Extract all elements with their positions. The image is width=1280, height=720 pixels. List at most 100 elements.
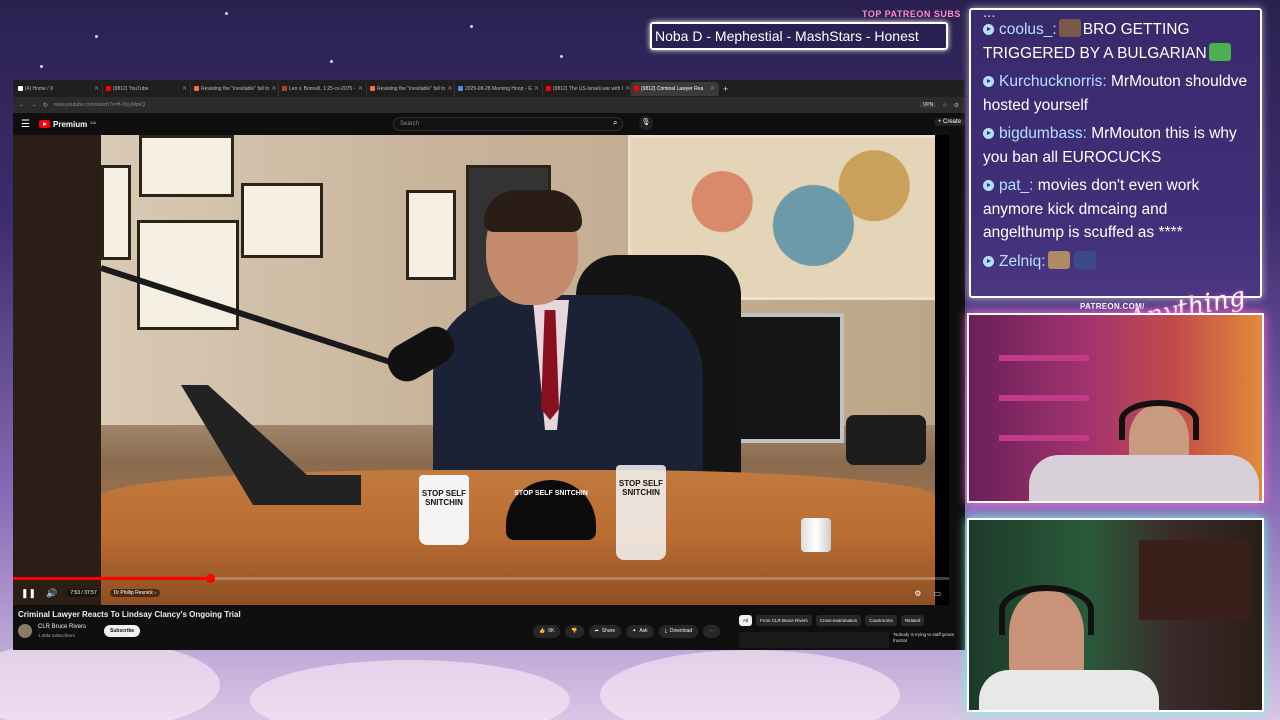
diploma-frame [137, 220, 239, 330]
channel-avatar[interactable] [18, 624, 32, 638]
bar-shelf [1139, 540, 1249, 620]
star [470, 25, 473, 28]
tab-favicon-icon [18, 86, 23, 91]
star [225, 12, 228, 15]
more-actions-button[interactable]: ⋯ [703, 625, 721, 638]
browser-tab[interactable]: (9812) The US-Israeli war with I ✕ [543, 81, 631, 96]
new-tab-button[interactable]: + [719, 84, 728, 94]
kick-badge-icon [983, 128, 994, 139]
star [330, 60, 333, 63]
diploma-frame [241, 183, 323, 258]
tab-favicon-icon [106, 86, 111, 91]
youtube-play-icon [39, 120, 50, 128]
browser-tab[interactable]: (9812) YouTube ✕ [103, 81, 191, 96]
volume-icon[interactable]: 🔊 [46, 588, 57, 599]
browser-tab-active[interactable]: (9812) Criminal Lawyer Rea ✕ [631, 81, 719, 96]
close-icon[interactable]: ✕ [625, 85, 630, 92]
browser-tab[interactable]: Resisting the "inevitable" fall to ✕ [191, 81, 279, 96]
chat-username: Zelniq: [999, 252, 1046, 270]
back-icon[interactable]: ← [19, 102, 25, 108]
streamer-body [1029, 455, 1259, 501]
microphone-icon[interactable]: 🎙 [639, 116, 653, 130]
hamburger-menu-icon[interactable]: ☰ [21, 119, 35, 130]
browser-tab[interactable]: (4) Home / X ✕ [15, 81, 103, 96]
tab-favicon-icon [194, 86, 199, 91]
cloud [0, 640, 220, 720]
dislike-button[interactable]: 👎 [565, 625, 584, 638]
tab-label: Leo v. Bonnell, 1:25-cv-2075 - [289, 85, 356, 92]
close-icon[interactable]: ✕ [710, 85, 715, 92]
browser-tab[interactable]: Resisting the "inevitable" fall to ✕ [367, 81, 455, 96]
browser-tab[interactable]: Leo v. Bonnell, 1:25-cv-2075 - ✕ [279, 81, 367, 96]
search-input[interactable]: Search [393, 117, 623, 131]
url-field[interactable]: www.youtube.com/watch?v=ff-OjvyMpeQ [54, 102, 145, 108]
download-label: Download [669, 628, 693, 634]
bookmark-icon[interactable]: ☆ [942, 102, 947, 109]
mug-right: STOP SELF SNITCHIN [616, 465, 666, 560]
pause-icon[interactable]: ❚❚ [21, 588, 36, 599]
forward-icon[interactable]: → [31, 102, 37, 108]
chat-username: Kurchucknorris: [999, 73, 1107, 90]
vpn-badge[interactable]: VPN [919, 102, 937, 108]
emote-icon [1073, 250, 1096, 269]
browser-tab[interactable]: 2025-08-28 Morning Hoop - G ✕ [455, 81, 543, 96]
chat-username: coolus_: [999, 21, 1057, 38]
close-icon[interactable]: ✕ [94, 85, 99, 92]
related-video-title[interactable]: 'Nobody is trying to staff grows frustra… [893, 632, 965, 644]
mug-left: STOP SELF SNITCHIN [419, 475, 469, 545]
close-icon[interactable]: ✕ [271, 85, 276, 92]
cohost-body [979, 670, 1159, 710]
progress-scrubber[interactable] [205, 574, 215, 583]
download-button[interactable]: ⤓ Download [658, 625, 699, 638]
chip-all[interactable]: All [739, 615, 753, 626]
close-icon[interactable]: ✕ [182, 85, 187, 92]
progress-bar[interactable] [13, 574, 949, 583]
settings-icon[interactable]: ⚙ [914, 589, 921, 598]
chip-from-channel[interactable]: From CLR Bruce Rivers [756, 615, 812, 626]
reload-icon[interactable]: ↻ [43, 102, 48, 109]
search-icon[interactable]: ⌕ [613, 118, 617, 128]
create-button[interactable]: + Create [933, 118, 965, 126]
youtube-logo[interactable]: Premium CA [39, 120, 96, 129]
tab-favicon-icon [458, 86, 463, 91]
related-video-thumbnail[interactable] [739, 632, 889, 648]
video-player[interactable]: STOP SELF SNITCHIN STOP SELF SNITCHIN ST… [13, 135, 949, 605]
emote-icon [1058, 19, 1081, 37]
chapter-button[interactable]: Dr Phillip Resnick › [109, 589, 160, 597]
tab-label: 2025-08-28 Morning Hoop - G [465, 85, 532, 92]
theater-icon[interactable]: ▭ [933, 589, 941, 598]
star [40, 65, 43, 68]
picture-frame [406, 190, 456, 280]
desk-phone [846, 415, 926, 465]
kick-badge-icon [983, 76, 994, 87]
top-patreon-label: TOP PATREON SUBS [862, 9, 961, 19]
like-count: 6K [548, 628, 555, 634]
tab-label: Resisting the "inevitable" fall to [201, 85, 270, 92]
extensions-icon[interactable]: ⚙ [954, 102, 959, 109]
presenter-hair [484, 190, 582, 232]
subscribe-button[interactable]: Subscribe [104, 625, 141, 637]
ask-button[interactable]: ✦ Ask [626, 625, 654, 638]
tab-label: (9812) YouTube [113, 85, 149, 92]
logo-text: Premium [53, 119, 88, 129]
shelf [999, 435, 1089, 441]
tab-label: (9812) The US-Israeli war with I [553, 85, 624, 92]
like-button[interactable]: 👍 6K [533, 625, 561, 638]
chat-username: bigdumbass: [999, 125, 1087, 142]
ask-label: Ask [639, 628, 648, 634]
close-icon[interactable]: ✕ [358, 85, 363, 92]
chat-message: Zelniq: [983, 250, 1248, 274]
progress-played [13, 577, 210, 580]
close-icon[interactable]: ✕ [534, 85, 539, 92]
video-actions: 👍 6K 👎 ➦ Share ✦ Ask ⤓ Download ⋯ [533, 625, 721, 638]
share-button[interactable]: ➦ Share [588, 625, 622, 638]
channel-name[interactable]: CLR Bruce Rivers [38, 624, 86, 630]
kick-badge-icon [983, 180, 994, 191]
shelf [999, 355, 1089, 361]
chat-username: pat_: [999, 177, 1034, 194]
close-icon[interactable]: ✕ [447, 85, 452, 92]
webcam-bottom [967, 518, 1264, 712]
chip-courtrooms[interactable]: Courtrooms [865, 615, 897, 626]
chip-cross-examination[interactable]: Cross-examination [815, 615, 862, 626]
chip-related[interactable]: Related [900, 615, 925, 626]
